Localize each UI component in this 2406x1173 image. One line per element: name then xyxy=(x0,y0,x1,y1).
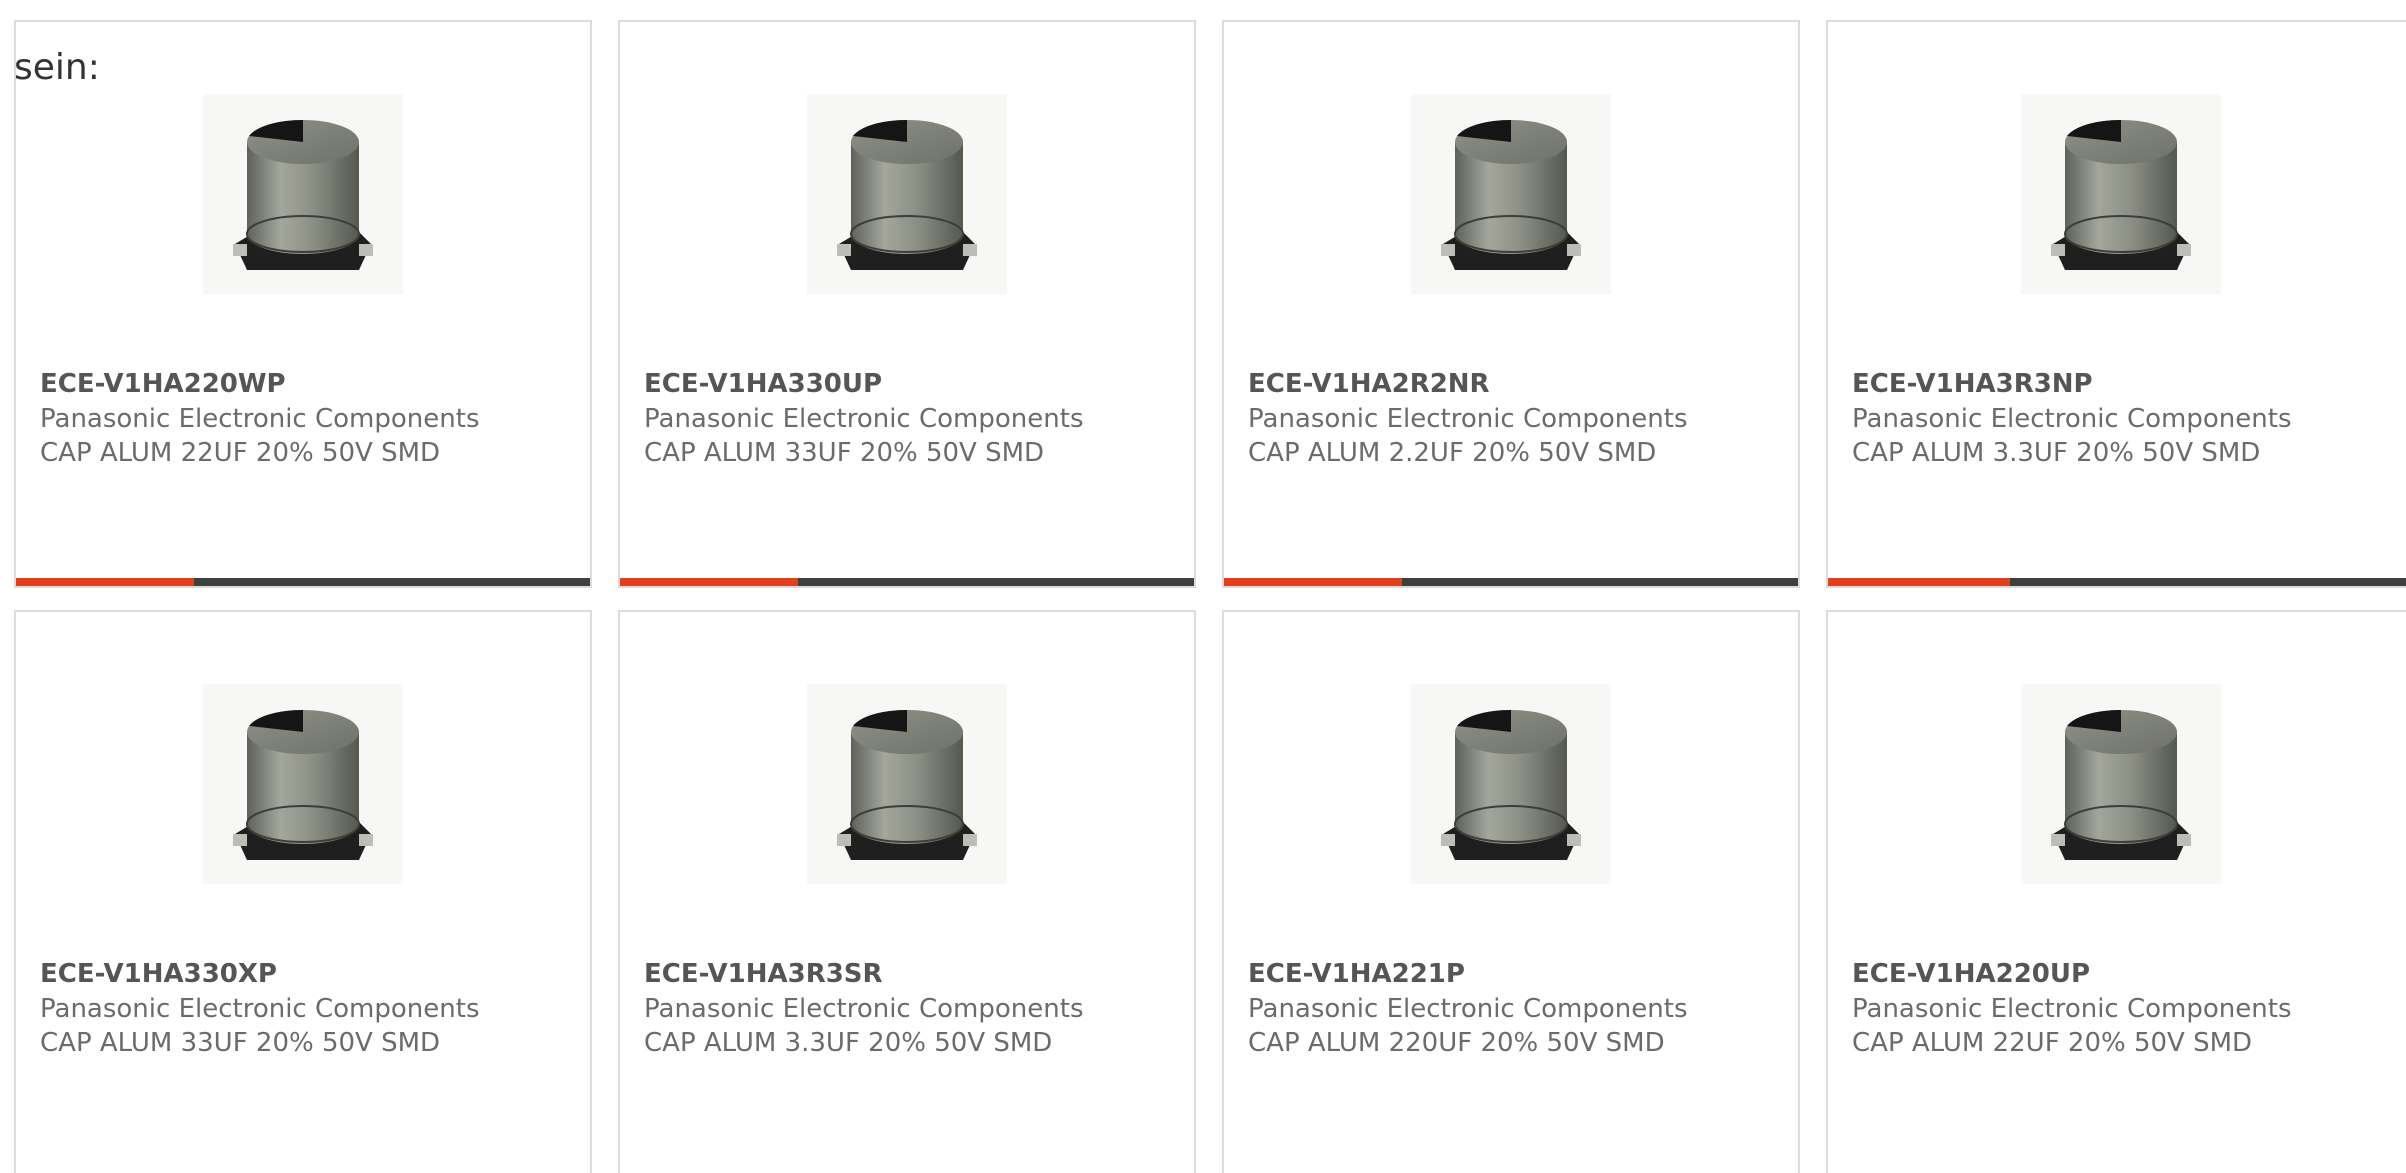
part-number-link[interactable]: ECE-V1HA220WP xyxy=(40,367,286,401)
card-progress-fill xyxy=(620,578,798,586)
product-description: CAP ALUM 220UF 20% 50V SMD xyxy=(1248,1028,1665,1058)
capacitor-icon[interactable] xyxy=(1411,94,1611,294)
product-card[interactable]: ECE-V1HA220WP Panasonic Electronic Compo… xyxy=(14,20,592,588)
product-description: CAP ALUM 33UF 20% 50V SMD xyxy=(40,1028,441,1058)
product-description: CAP ALUM 2.2UF 20% 50V SMD xyxy=(1248,438,1657,468)
manufacturer-name: Panasonic Electronic Components xyxy=(1852,994,2292,1024)
part-number-link[interactable]: ECE-V1HA3R3NP xyxy=(1852,367,2093,401)
manufacturer-name: Panasonic Electronic Components xyxy=(1248,994,1688,1024)
part-number-link[interactable]: ECE-V1HA330UP xyxy=(644,367,882,401)
capacitor-icon[interactable] xyxy=(2021,94,2221,294)
product-card[interactable]: ECE-V1HA2R2NR Panasonic Electronic Compo… xyxy=(1222,20,1800,588)
product-description: CAP ALUM 22UF 20% 50V SMD xyxy=(1852,1028,2253,1058)
product-description: CAP ALUM 33UF 20% 50V SMD xyxy=(644,438,1045,468)
card-progress-bar xyxy=(620,578,1194,586)
intro-text: sein: xyxy=(14,47,100,88)
card-progress-fill xyxy=(16,578,194,586)
product-description: CAP ALUM 22UF 20% 50V SMD xyxy=(40,438,441,468)
manufacturer-name: Panasonic Electronic Components xyxy=(1248,404,1688,434)
product-card[interactable]: ECE-V1HA221P Panasonic Electronic Compon… xyxy=(1222,610,1800,1173)
card-progress-bar xyxy=(1828,578,2406,586)
product-description: CAP ALUM 3.3UF 20% 50V SMD xyxy=(1852,438,2261,468)
product-card[interactable]: ECE-V1HA220UP Panasonic Electronic Compo… xyxy=(1826,610,2406,1173)
manufacturer-name: Panasonic Electronic Components xyxy=(40,994,480,1024)
card-progress-bar xyxy=(1224,578,1798,586)
capacitor-icon[interactable] xyxy=(203,684,403,884)
part-number-link[interactable]: ECE-V1HA221P xyxy=(1248,957,1465,991)
card-progress-fill xyxy=(1224,578,1402,586)
manufacturer-name: Panasonic Electronic Components xyxy=(40,404,480,434)
capacitor-icon[interactable] xyxy=(807,94,1007,294)
product-grid-page: sein: ECE-V1HA220WP Panasonic Electronic… xyxy=(0,0,2406,1173)
card-progress-fill xyxy=(1828,578,2010,586)
product-card[interactable]: ECE-V1HA3R3NP Panasonic Electronic Compo… xyxy=(1826,20,2406,588)
manufacturer-name: Panasonic Electronic Components xyxy=(644,994,1084,1024)
manufacturer-name: Panasonic Electronic Components xyxy=(644,404,1084,434)
product-card[interactable]: ECE-V1HA3R3SR Panasonic Electronic Compo… xyxy=(618,610,1196,1173)
product-card[interactable]: ECE-V1HA330XP Panasonic Electronic Compo… xyxy=(14,610,592,1173)
part-number-link[interactable]: ECE-V1HA220UP xyxy=(1852,957,2090,991)
product-description: CAP ALUM 3.3UF 20% 50V SMD xyxy=(644,1028,1053,1058)
capacitor-icon[interactable] xyxy=(2021,684,2221,884)
part-number-link[interactable]: ECE-V1HA3R3SR xyxy=(644,957,883,991)
part-number-link[interactable]: ECE-V1HA330XP xyxy=(40,957,277,991)
manufacturer-name: Panasonic Electronic Components xyxy=(1852,404,2292,434)
capacitor-icon[interactable] xyxy=(203,94,403,294)
card-progress-bar xyxy=(16,578,590,586)
part-number-link[interactable]: ECE-V1HA2R2NR xyxy=(1248,367,1490,401)
capacitor-icon[interactable] xyxy=(807,684,1007,884)
capacitor-icon[interactable] xyxy=(1411,684,1611,884)
product-card[interactable]: ECE-V1HA330UP Panasonic Electronic Compo… xyxy=(618,20,1196,588)
